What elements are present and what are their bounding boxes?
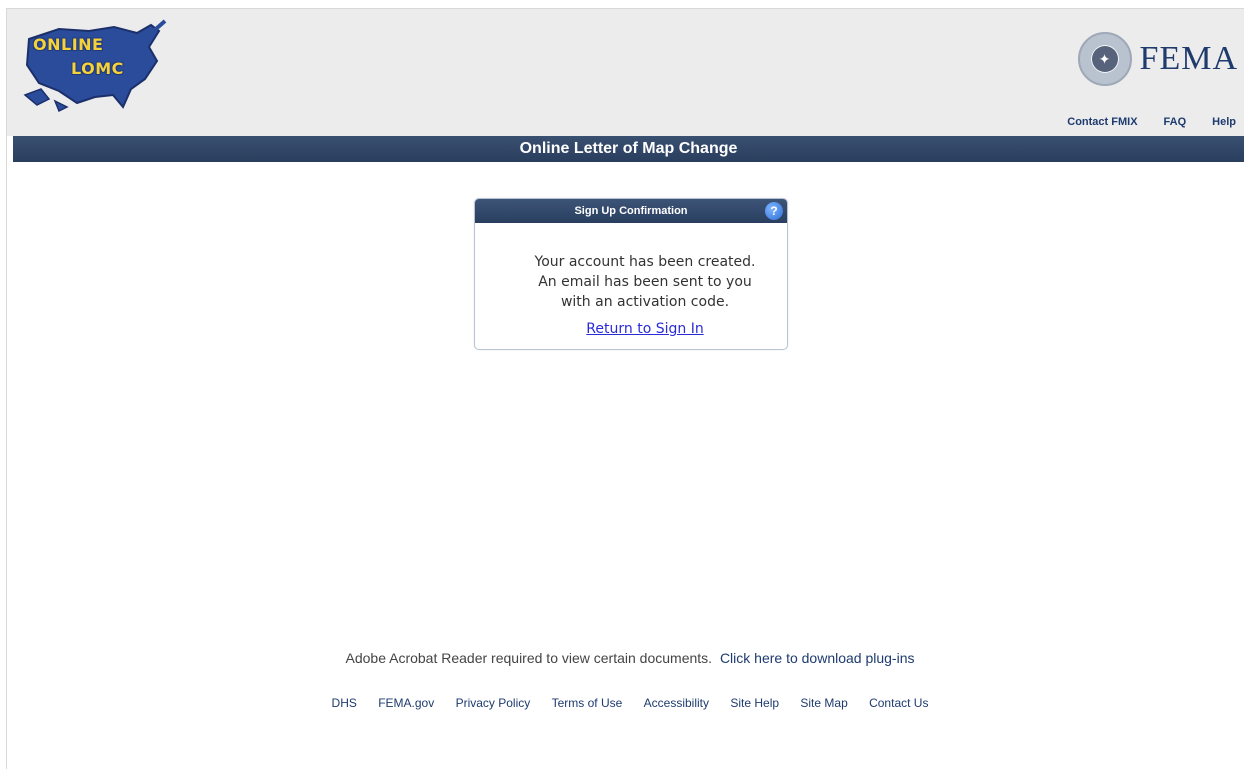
footer-link-dhs[interactable]: DHS (332, 696, 357, 710)
footer-link-privacy-policy[interactable]: Privacy Policy (456, 696, 531, 710)
help-link[interactable]: Help (1212, 116, 1236, 128)
logo-text-lomc: LOMC (71, 59, 124, 78)
header-links: Contact FMIX FAQ Help (1067, 116, 1236, 128)
signup-confirmation-panel: Sign Up Confirmation ? Your account has … (474, 198, 788, 350)
footer-link-accessibility[interactable]: Accessibility (644, 696, 709, 710)
fema-logo[interactable]: ✦ FEMA (1077, 29, 1238, 89)
message-line-1: Your account has been created. (534, 254, 756, 270)
dhs-seal-icon: ✦ (1077, 32, 1132, 86)
logo-text-online: ONLINE (33, 35, 104, 54)
footer-link-contact-us[interactable]: Contact Us (869, 696, 928, 710)
footer-link-terms-of-use[interactable]: Terms of Use (552, 696, 623, 710)
contact-fmix-link[interactable]: Contact FMIX (1067, 116, 1137, 128)
acrobat-text: Adobe Acrobat Reader required to view ce… (345, 650, 713, 666)
footer-link-site-help[interactable]: Site Help (730, 696, 779, 710)
fema-wordmark: FEMA (1139, 40, 1238, 77)
footer-link-site-map[interactable]: Site Map (800, 696, 847, 710)
site-header: ONLINE LOMC ✦ FEMA Contact FMIX FAQ Help (7, 9, 1244, 136)
message-line-2: An email has been sent to you (538, 274, 752, 290)
panel-title: Sign Up Confirmation (574, 205, 688, 217)
panel-body: Your account has been created. An email … (475, 223, 787, 339)
footer-links: DHS FEMA.gov Privacy Policy Terms of Use… (0, 696, 1244, 710)
acrobat-notice: Adobe Acrobat Reader required to view ce… (0, 650, 1244, 666)
download-plugins-link[interactable]: Click here to download plug-ins (720, 650, 915, 666)
message-line-3: with an activation code. (560, 294, 730, 310)
online-lomc-logo[interactable]: ONLINE LOMC (19, 17, 169, 117)
panel-header: Sign Up Confirmation ? (475, 199, 787, 223)
footer-link-fema-gov[interactable]: FEMA.gov (378, 696, 434, 710)
page-title-bar: Online Letter of Map Change (13, 136, 1244, 162)
return-to-sign-in-link[interactable]: Return to Sign In (558, 319, 703, 339)
faq-link[interactable]: FAQ (1164, 116, 1187, 128)
question-icon[interactable]: ? (765, 202, 783, 220)
